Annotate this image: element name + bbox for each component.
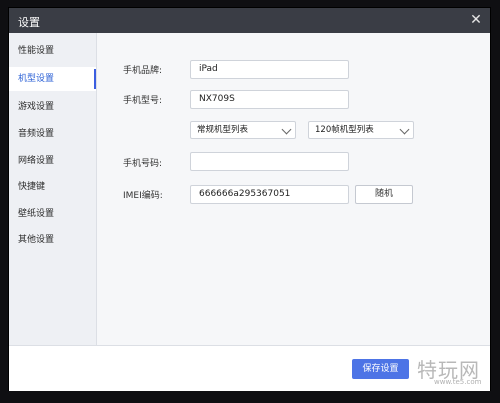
phone-brand-label: 手机品牌: [123,66,163,76]
random-button[interactable]: 随机 [355,185,413,204]
phone-model-label: 手机型号: [123,96,163,106]
imei-field[interactable]: 666666a295367051 [190,185,349,204]
phone-number-field[interactable] [190,152,349,171]
save-settings-button[interactable]: 保存设置 [352,359,409,379]
settings-content: 手机品牌: iPad 手机型号: NX709S 常规机型列表 120帧机型列表 … [97,33,490,345]
sidebar-item-audio[interactable]: 音频设置 [9,122,96,146]
sidebar-item-other[interactable]: 其他设置 [9,228,96,252]
common-model-select[interactable]: 常规机型列表 [190,121,296,139]
sidebar-item-network[interactable]: 网络设置 [9,149,96,173]
phone-number-label: 手机号码: [123,159,163,169]
title-bar: 设置 ✕ [9,8,490,33]
sidebar: 性能设置 机型设置 游戏设置 音频设置 网络设置 快捷键 壁纸设置 其他设置 [9,33,97,345]
sidebar-item-wallpaper[interactable]: 壁纸设置 [9,202,96,226]
fps120-model-select[interactable]: 120帧机型列表 [308,121,414,139]
footer: 保存设置 特玩网 www.te5.com [9,345,490,391]
phone-model-field[interactable]: NX709S [190,90,349,109]
imei-label: IMEI编码: [123,191,163,201]
close-icon[interactable]: ✕ [468,12,484,28]
watermark-url: www.te5.com [434,378,482,386]
sidebar-item-model[interactable]: 机型设置 [9,67,96,91]
phone-brand-field[interactable]: iPad [190,60,349,79]
fps120-model-select-label: 120帧机型列表 [315,125,374,135]
sidebar-item-game[interactable]: 游戏设置 [9,95,96,119]
sidebar-item-performance[interactable]: 性能设置 [9,39,96,63]
settings-window: 设置 ✕ 性能设置 机型设置 游戏设置 音频设置 网络设置 快捷键 壁纸设置 其… [9,8,490,391]
chevron-down-icon [399,124,410,135]
window-title: 设置 [18,16,40,29]
chevron-down-icon [281,124,292,135]
common-model-select-label: 常规机型列表 [197,125,249,135]
sidebar-item-shortcuts[interactable]: 快捷键 [9,175,96,199]
